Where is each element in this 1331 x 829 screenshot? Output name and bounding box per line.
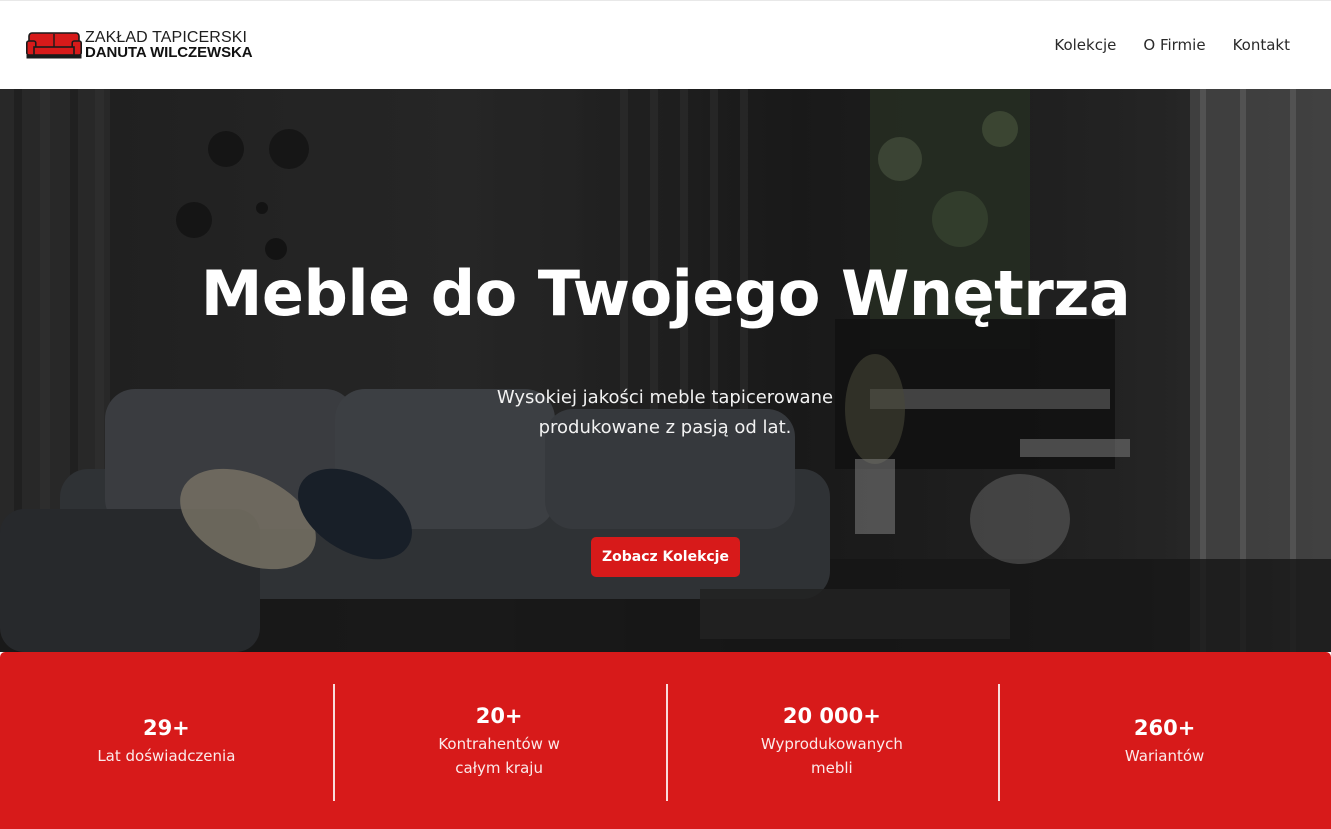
stat-value: 20 000+ bbox=[782, 703, 881, 728]
sofa-icon bbox=[26, 32, 82, 59]
stat-label: Wyprodukowanych mebli bbox=[760, 734, 903, 777]
nav-link-kolekcje[interactable]: Kolekcje bbox=[1054, 33, 1116, 57]
hero-section: Meble do Twojego Wnętrza Wysokiej jakośc… bbox=[0, 89, 1331, 652]
stat-item: 20 000+ Wyprodukowanych mebli bbox=[665, 652, 999, 829]
stat-value: 260+ bbox=[1133, 715, 1196, 740]
brand-name-line2: DANUTA WILCZEWSKA bbox=[85, 44, 253, 61]
stat-item: 260+ Wariantów bbox=[998, 652, 1331, 829]
stat-item: 29+ Lat doświadczenia bbox=[0, 652, 333, 829]
hero-title: Meble do Twojego Wnętrza bbox=[200, 257, 1131, 330]
stat-label: Wariantów bbox=[1124, 746, 1205, 765]
nav-link-o-firmie[interactable]: O Firmie bbox=[1143, 33, 1205, 57]
brand-logo[interactable]: ZAKŁAD TAPICERSKI DANUTA WILCZEWSKA bbox=[26, 27, 253, 63]
stat-item: 20+ Kontrahentów w całym kraju bbox=[332, 652, 666, 829]
stat-value: 20+ bbox=[475, 703, 523, 728]
view-collections-button[interactable]: Zobacz Kolekcje bbox=[591, 537, 740, 577]
hero-subtitle: Wysokiej jakości meble tapicerowane prod… bbox=[496, 387, 834, 438]
stat-value: 29+ bbox=[142, 715, 190, 740]
main-nav: Kolekcje O Firmie Kontakt bbox=[1054, 33, 1290, 57]
stat-label: Lat doświadczenia bbox=[97, 746, 236, 765]
stats-bar: 29+ Lat doświadczenia 20+ Kontrahentów w… bbox=[0, 652, 1331, 829]
site-header: ZAKŁAD TAPICERSKI DANUTA WILCZEWSKA Kole… bbox=[0, 0, 1331, 89]
stat-label: Kontrahentów w całym kraju bbox=[438, 734, 560, 777]
nav-link-kontakt[interactable]: Kontakt bbox=[1233, 33, 1290, 57]
brand-name: ZAKŁAD TAPICERSKI DANUTA WILCZEWSKA bbox=[85, 29, 253, 61]
brand-name-line1: ZAKŁAD TAPICERSKI bbox=[85, 29, 248, 46]
